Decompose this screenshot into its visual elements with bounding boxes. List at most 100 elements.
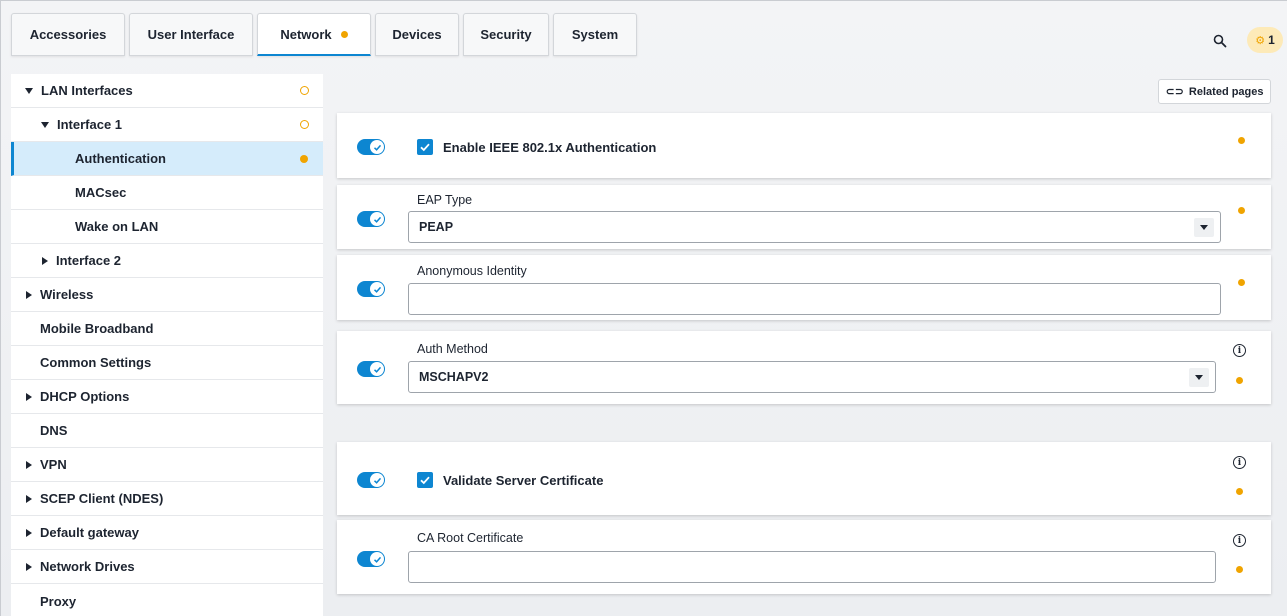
eap-type-value: PEAP — [419, 220, 454, 234]
ca-root-cert-label: CA Root Certificate — [417, 531, 524, 545]
sidebar-item-scep-client[interactable]: SCEP Client (NDES) — [11, 482, 323, 516]
sidebar-item-lan-interfaces[interactable]: LAN Interfaces — [11, 74, 323, 108]
tab-label: Accessories — [29, 27, 107, 42]
ca-root-cert-input[interactable] — [408, 551, 1216, 583]
caret-right-icon — [26, 528, 32, 537]
tab-accessories[interactable]: Accessories — [11, 13, 125, 56]
anonymous-identity-input[interactable] — [408, 283, 1221, 315]
sidebar-item-interface-1[interactable]: Interface 1 — [11, 108, 323, 142]
caret-right-icon — [26, 392, 32, 401]
sidebar-item-label: Wireless — [40, 287, 94, 302]
modified-ring-icon — [300, 120, 309, 129]
related-pages-button[interactable]: ⊂⊃ Related pages — [1158, 79, 1271, 104]
sidebar-item-dhcp-options[interactable]: DHCP Options — [11, 380, 323, 414]
caret-down-icon — [25, 87, 33, 94]
auth-method-select[interactable]: MSCHAPV2 — [408, 361, 1216, 393]
modified-ring-icon — [300, 86, 309, 95]
setting-card-eap-type: EAP Type PEAP — [337, 185, 1271, 249]
setting-toggle[interactable] — [357, 139, 385, 155]
modified-dot — [300, 155, 308, 163]
check-icon — [370, 140, 384, 154]
search-icon — [1213, 34, 1227, 48]
app-window: Accessories User Interface Network Devic… — [0, 0, 1287, 616]
check-icon — [370, 282, 384, 296]
eap-type-label: EAP Type — [417, 193, 473, 207]
chevron-down-icon — [1194, 218, 1214, 237]
caret-right-icon — [42, 256, 48, 265]
eap-type-select[interactable]: PEAP — [408, 211, 1221, 243]
info-icon[interactable]: i — [1233, 344, 1246, 357]
tab-label: Network — [280, 26, 332, 42]
modified-dot — [1236, 488, 1243, 495]
tab-devices[interactable]: Devices — [375, 13, 459, 56]
tab-user-interface[interactable]: User Interface — [129, 13, 253, 56]
modified-dot — [1238, 137, 1245, 144]
tab-label: Devices — [392, 27, 442, 42]
setting-toggle[interactable] — [357, 281, 385, 297]
link-icon: ⊂⊃ — [1165, 86, 1184, 98]
setting-toggle[interactable] — [357, 211, 385, 227]
gear-icon: ⚙ — [1255, 34, 1266, 47]
check-icon — [370, 362, 384, 376]
sidebar-item-mobile-broadband[interactable]: Mobile Broadband — [11, 312, 323, 346]
info-icon[interactable]: i — [1233, 534, 1246, 547]
sidebar-item-wireless[interactable]: Wireless — [11, 278, 323, 312]
sidebar-item-label: Default gateway — [40, 525, 139, 540]
sidebar-item-label: Network Drives — [40, 559, 135, 574]
anonymous-identity-label: Anonymous Identity — [417, 264, 527, 278]
sidebar-item-wake-on-lan[interactable]: Wake on LAN — [11, 210, 323, 244]
check-icon — [370, 212, 384, 226]
tab-security[interactable]: Security — [463, 13, 549, 56]
info-icon[interactable]: i — [1233, 456, 1246, 469]
sidebar-item-interface-2[interactable]: Interface 2 — [11, 244, 323, 278]
check-icon — [420, 143, 430, 152]
sidebar-item-dns[interactable]: DNS — [11, 414, 323, 448]
setting-toggle[interactable] — [357, 472, 385, 488]
sidebar-nav: LAN Interfaces Interface 1 Authenticatio… — [11, 74, 323, 616]
caret-right-icon — [26, 290, 32, 299]
sidebar-item-label: Mobile Broadband — [40, 321, 154, 336]
setting-card-auth-method: Auth Method MSCHAPV2 i — [337, 331, 1271, 404]
modified-dot — [1236, 377, 1243, 384]
auth-method-label: Auth Method — [417, 342, 488, 356]
check-icon — [370, 473, 384, 487]
tab-label: User Interface — [147, 27, 235, 42]
sidebar-item-default-gateway[interactable]: Default gateway — [11, 516, 323, 550]
setting-card-ca-root-cert: CA Root Certificate i — [337, 520, 1271, 594]
sidebar-item-common-settings[interactable]: Common Settings — [11, 346, 323, 380]
sidebar-item-label: Wake on LAN — [75, 219, 159, 234]
tab-system[interactable]: System — [553, 13, 637, 56]
enable-8021x-checkbox[interactable] — [417, 139, 433, 155]
tab-network[interactable]: Network — [257, 13, 371, 56]
sidebar-item-vpn[interactable]: VPN — [11, 448, 323, 482]
setting-card-validate-server-cert: Validate Server Certificate i — [337, 442, 1271, 515]
setting-card-enable-8021x: Enable IEEE 802.1x Authentication — [337, 113, 1271, 178]
sidebar-item-macsec[interactable]: MACsec — [11, 176, 323, 210]
caret-down-icon — [41, 121, 49, 128]
sidebar-item-network-drives[interactable]: Network Drives — [11, 550, 323, 584]
chevron-down-icon — [1189, 368, 1209, 387]
sidebar-item-label: Interface 2 — [56, 253, 122, 268]
search-button[interactable] — [1210, 31, 1230, 51]
sidebar-item-label: DNS — [40, 423, 68, 438]
auth-method-value: MSCHAPV2 — [419, 370, 489, 384]
sidebar-item-proxy[interactable]: Proxy — [11, 584, 323, 616]
sidebar-item-label: LAN Interfaces — [41, 83, 133, 98]
modified-dot — [340, 30, 348, 38]
validate-server-cert-checkbox[interactable] — [417, 472, 433, 488]
setting-toggle[interactable] — [357, 361, 385, 377]
modified-dot — [1238, 207, 1245, 214]
sidebar-item-label: Proxy — [40, 593, 77, 609]
tab-label: Security — [480, 27, 532, 42]
sidebar-item-label: Authentication — [75, 151, 166, 166]
sidebar-item-label: VPN — [40, 457, 67, 472]
notification-badge[interactable]: ⚙ 1 — [1247, 27, 1283, 53]
check-icon — [370, 552, 384, 566]
setting-toggle[interactable] — [357, 551, 385, 567]
sidebar-item-label: SCEP Client (NDES) — [40, 491, 164, 506]
tab-bar: Accessories User Interface Network Devic… — [1, 1, 1287, 59]
sidebar-item-authentication[interactable]: Authentication — [11, 142, 323, 176]
enable-8021x-label: Enable IEEE 802.1x Authentication — [443, 140, 657, 155]
notification-count: 1 — [1268, 33, 1275, 47]
sidebar-item-label: Interface 1 — [57, 117, 123, 132]
